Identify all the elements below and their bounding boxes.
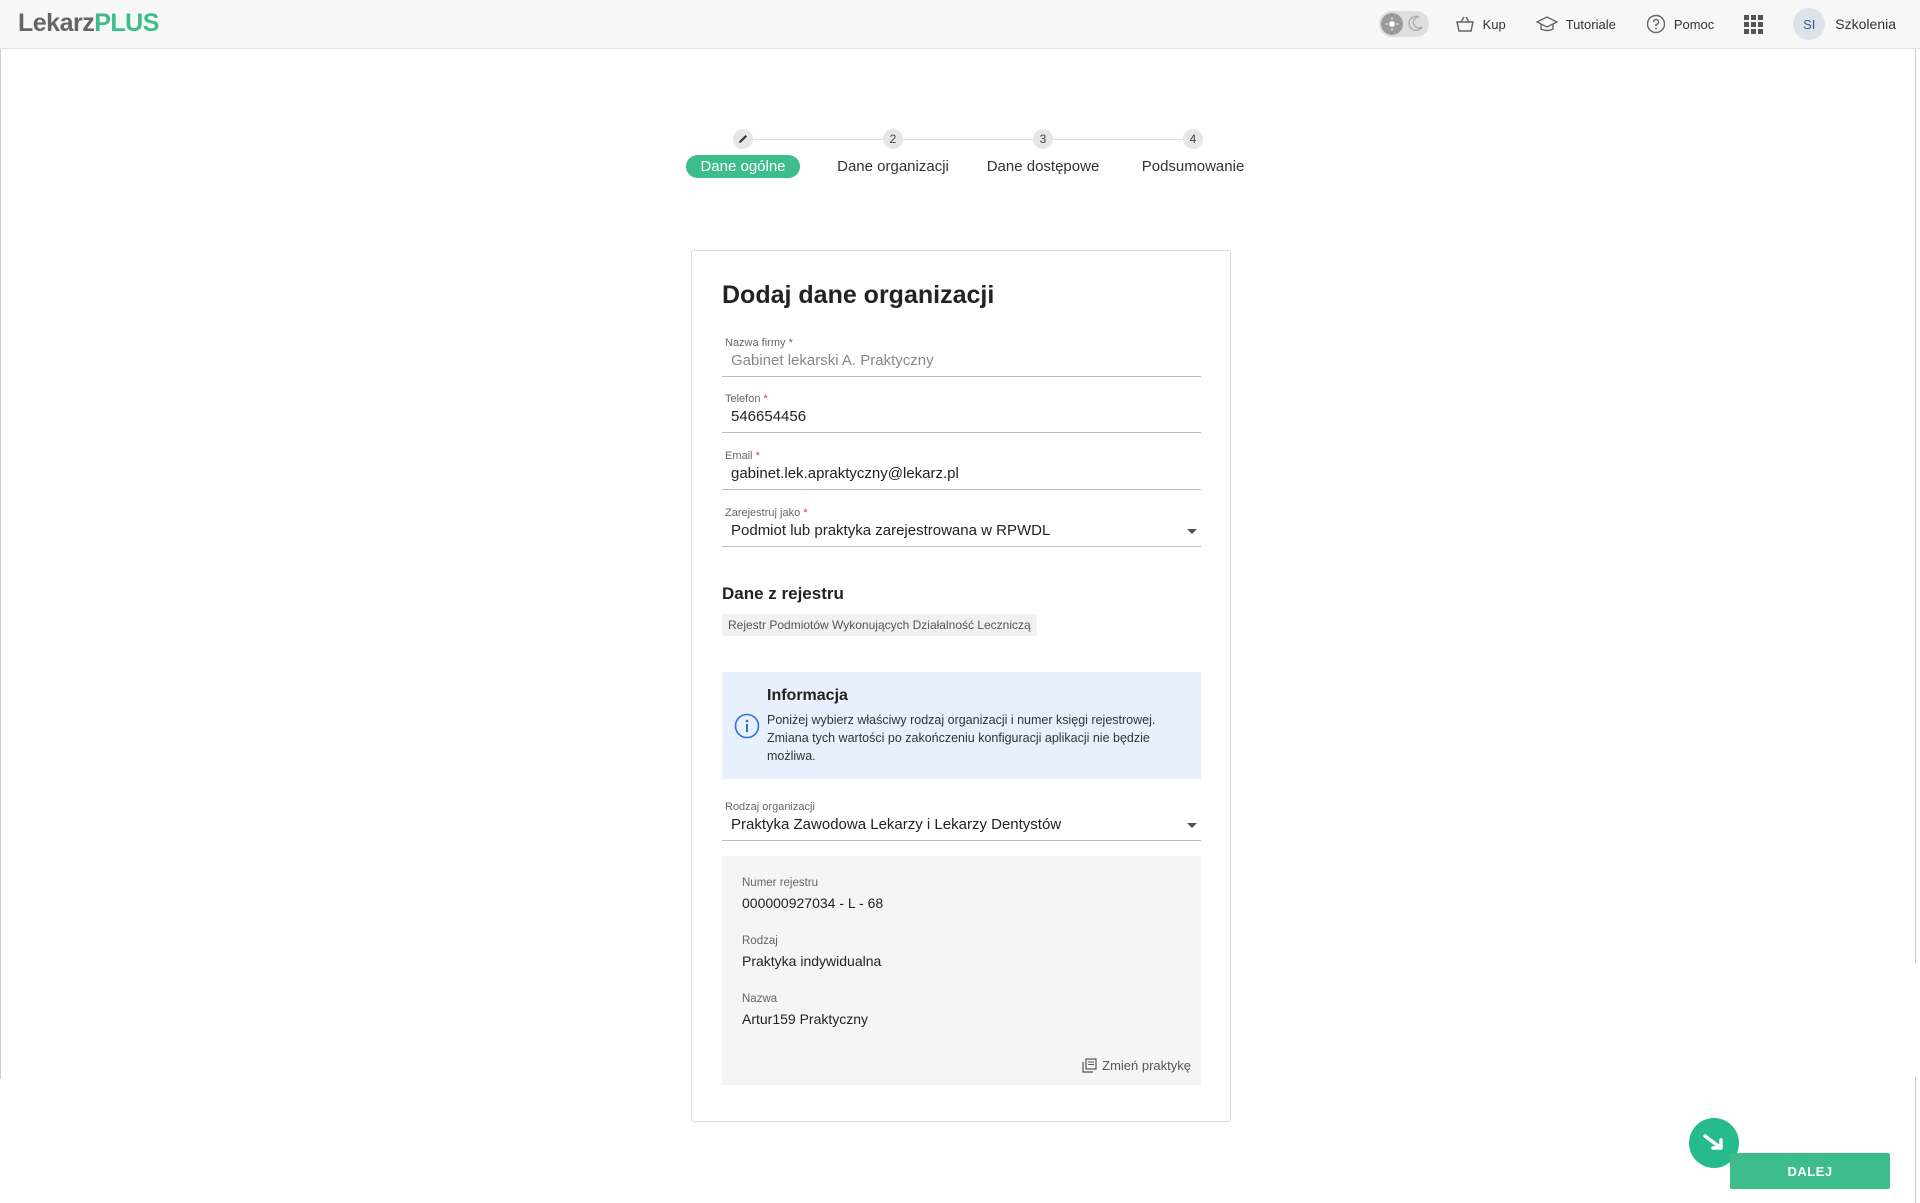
logo-text-lekarz: Lekarz <box>18 9 95 37</box>
logo-text-plus: PLUS <box>94 9 159 37</box>
help-icon <box>1646 14 1666 34</box>
step-organization[interactable]: 2 Dane organizacji <box>818 128 968 178</box>
registry-chip: Rejestr Podmiotów Wykonujących Działalno… <box>722 614 1037 636</box>
buy-label: Kup <box>1482 16 1506 32</box>
registry-section-title: Dane z rejestru <box>722 584 844 603</box>
help-link[interactable]: Pomoc <box>1646 14 1714 34</box>
chevron-down-icon <box>1187 529 1197 534</box>
step-label: Dane ogólne <box>686 155 800 178</box>
step-label: Dane dostępowe <box>986 158 1100 175</box>
step-summary[interactable]: 4 Podsumowanie <box>1118 128 1268 178</box>
arrow-icon <box>1703 1134 1723 1150</box>
help-label: Pomoc <box>1673 16 1715 32</box>
next-button[interactable]: DALEJ <box>1730 1153 1890 1189</box>
scrollbar[interactable] <box>1915 49 1916 963</box>
step-access[interactable]: 3 Dane dostępowe <box>968 128 1118 178</box>
step-number: 3 <box>1033 129 1053 149</box>
wizard-stepper: Dane ogólne 2 Dane organizacji 3 Dane do… <box>668 128 1248 178</box>
email-field[interactable]: Email * gabinet.lek.apraktyczny@lekarz.p… <box>722 450 1201 490</box>
email-value: gabinet.lek.apraktyczny@lekarz.pl <box>731 465 959 482</box>
org-type-select[interactable]: Rodzaj organizacji Praktyka Zawodowa Lek… <box>722 801 1201 841</box>
step-label: Dane organizacji <box>837 158 949 175</box>
info-icon <box>734 713 760 744</box>
phone-field[interactable]: Telefon * 546654456 <box>722 393 1201 433</box>
info-title: Informacja <box>767 687 848 704</box>
organization-form-card: Dodaj dane organizacji Nazwa firmy * Gab… <box>691 250 1231 1122</box>
apps-grid-icon[interactable] <box>1744 14 1764 34</box>
chevron-down-icon <box>1187 823 1197 828</box>
phone-value: 546654456 <box>731 408 807 425</box>
practice-name: Nazwa Artur159 Praktyczny <box>742 993 869 1027</box>
avatar[interactable]: SI <box>1793 8 1826 40</box>
graduation-cap-icon <box>1535 16 1558 32</box>
info-text: Poniżej wybierz właściwy rodzaj organiza… <box>767 713 1156 763</box>
frame-border-left <box>0 49 1 1079</box>
frame-border-right <box>1915 1077 1916 1203</box>
user-name[interactable]: Szkolenia <box>1835 16 1896 32</box>
field-label: Email * <box>725 450 760 462</box>
pencil-icon <box>733 129 753 149</box>
company-name-value: Gabinet lekarski A. Praktyczny <box>731 352 934 369</box>
field-label: Nazwa firmy * <box>725 337 793 349</box>
field-label: Rodzaj organizacji <box>725 801 815 813</box>
moon-icon <box>1407 14 1425 37</box>
copy-icon <box>1082 1058 1097 1073</box>
change-practice-button[interactable]: Zmień praktykę <box>1082 1058 1191 1073</box>
practice-details: Numer rejestru 000000927034 - L - 68 Rod… <box>722 856 1201 1085</box>
register-as-value: Podmiot lub praktyka zarejestrowana w RP… <box>731 522 1051 539</box>
step-label: Podsumowanie <box>1141 158 1245 175</box>
form-title: Dodaj dane organizacji <box>722 281 995 309</box>
info-box: Informacja Poniżej wybierz właściwy rodz… <box>722 672 1201 779</box>
top-nav: Kup Tutoriale Pomoc SI Szkolenia <box>1378 0 1896 48</box>
sun-icon <box>1380 13 1403 35</box>
register-number: Numer rejestru 000000927034 - L - 68 <box>742 877 884 911</box>
step-number: 4 <box>1183 129 1203 149</box>
app-logo[interactable]: LekarzPLUS <box>18 9 159 38</box>
org-type-value: Praktyka Zawodowa Lekarzy i Lekarzy Dent… <box>731 816 1062 833</box>
field-label: Telefon * <box>725 393 768 405</box>
practice-kind: Rodzaj Praktyka indywidualna <box>742 935 882 969</box>
basket-icon <box>1455 16 1474 32</box>
register-as-select[interactable]: Zarejestruj jako * Podmiot lub praktyka … <box>722 507 1201 547</box>
tutorials-link[interactable]: Tutoriale <box>1535 15 1616 33</box>
top-bar: LekarzPLUS Kup Tutoriale Pomoc SI Szkole… <box>0 0 1920 49</box>
buy-link[interactable]: Kup <box>1455 15 1506 33</box>
field-label: Zarejestruj jako * <box>725 507 808 519</box>
step-number: 2 <box>883 129 903 149</box>
step-general[interactable]: Dane ogólne <box>668 128 818 178</box>
theme-toggle[interactable] <box>1378 11 1429 37</box>
company-name-field[interactable]: Nazwa firmy * Gabinet lekarski A. Prakty… <box>722 337 1201 377</box>
tutorials-label: Tutoriale <box>1565 16 1616 32</box>
